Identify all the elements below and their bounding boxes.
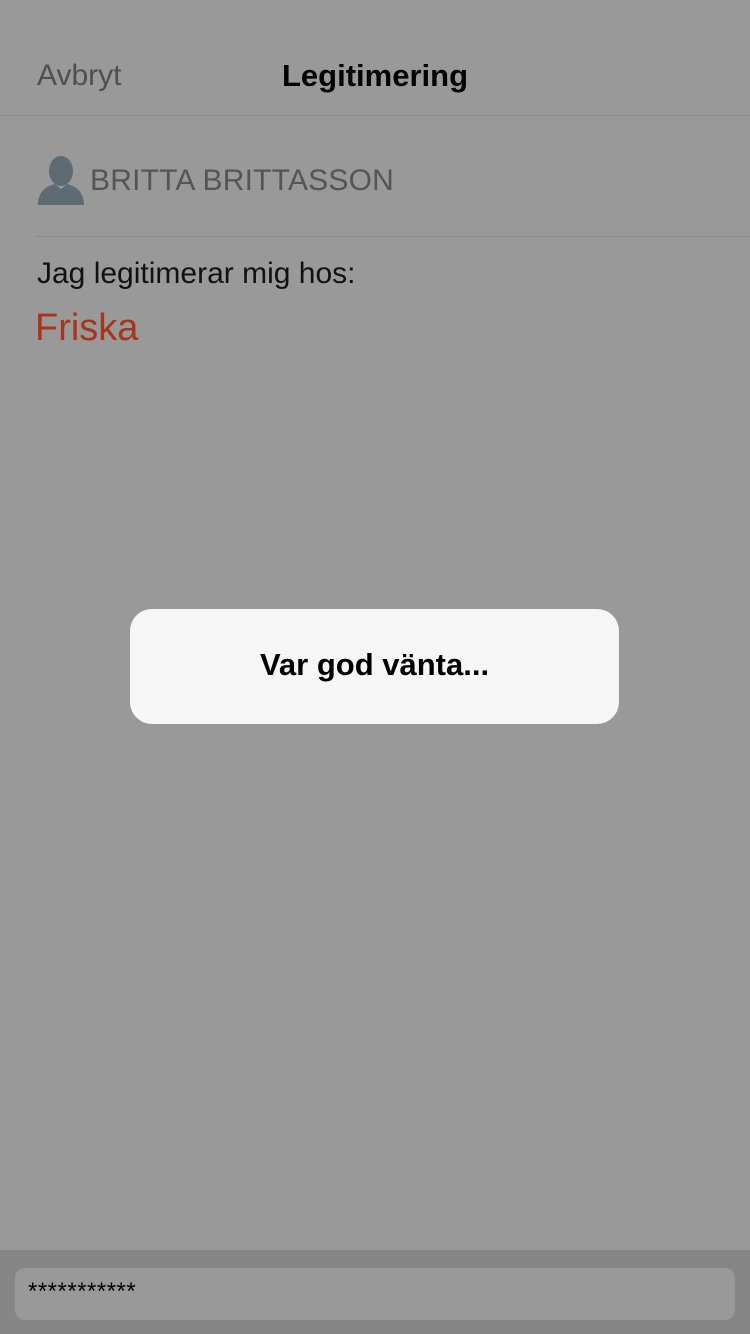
user-name: BRITTA BRITTASSON bbox=[90, 164, 394, 197]
provider-name: Friska bbox=[35, 307, 139, 349]
loading-dialog: Var god vänta... bbox=[130, 609, 619, 724]
navigation-bar: Avbryt Legitimering bbox=[0, 0, 750, 116]
password-bar: *********** bbox=[0, 1250, 750, 1334]
loading-message: Var god vänta... bbox=[259, 647, 490, 682]
intro-text: Jag legitimerar mig hos: bbox=[37, 257, 356, 290]
page-title: Legitimering bbox=[281, 58, 468, 93]
person-icon bbox=[38, 156, 84, 205]
password-value: *********** bbox=[28, 1278, 137, 1305]
user-row: BRITTA BRITTASSON bbox=[35, 117, 750, 237]
password-field[interactable]: *********** bbox=[15, 1268, 735, 1320]
